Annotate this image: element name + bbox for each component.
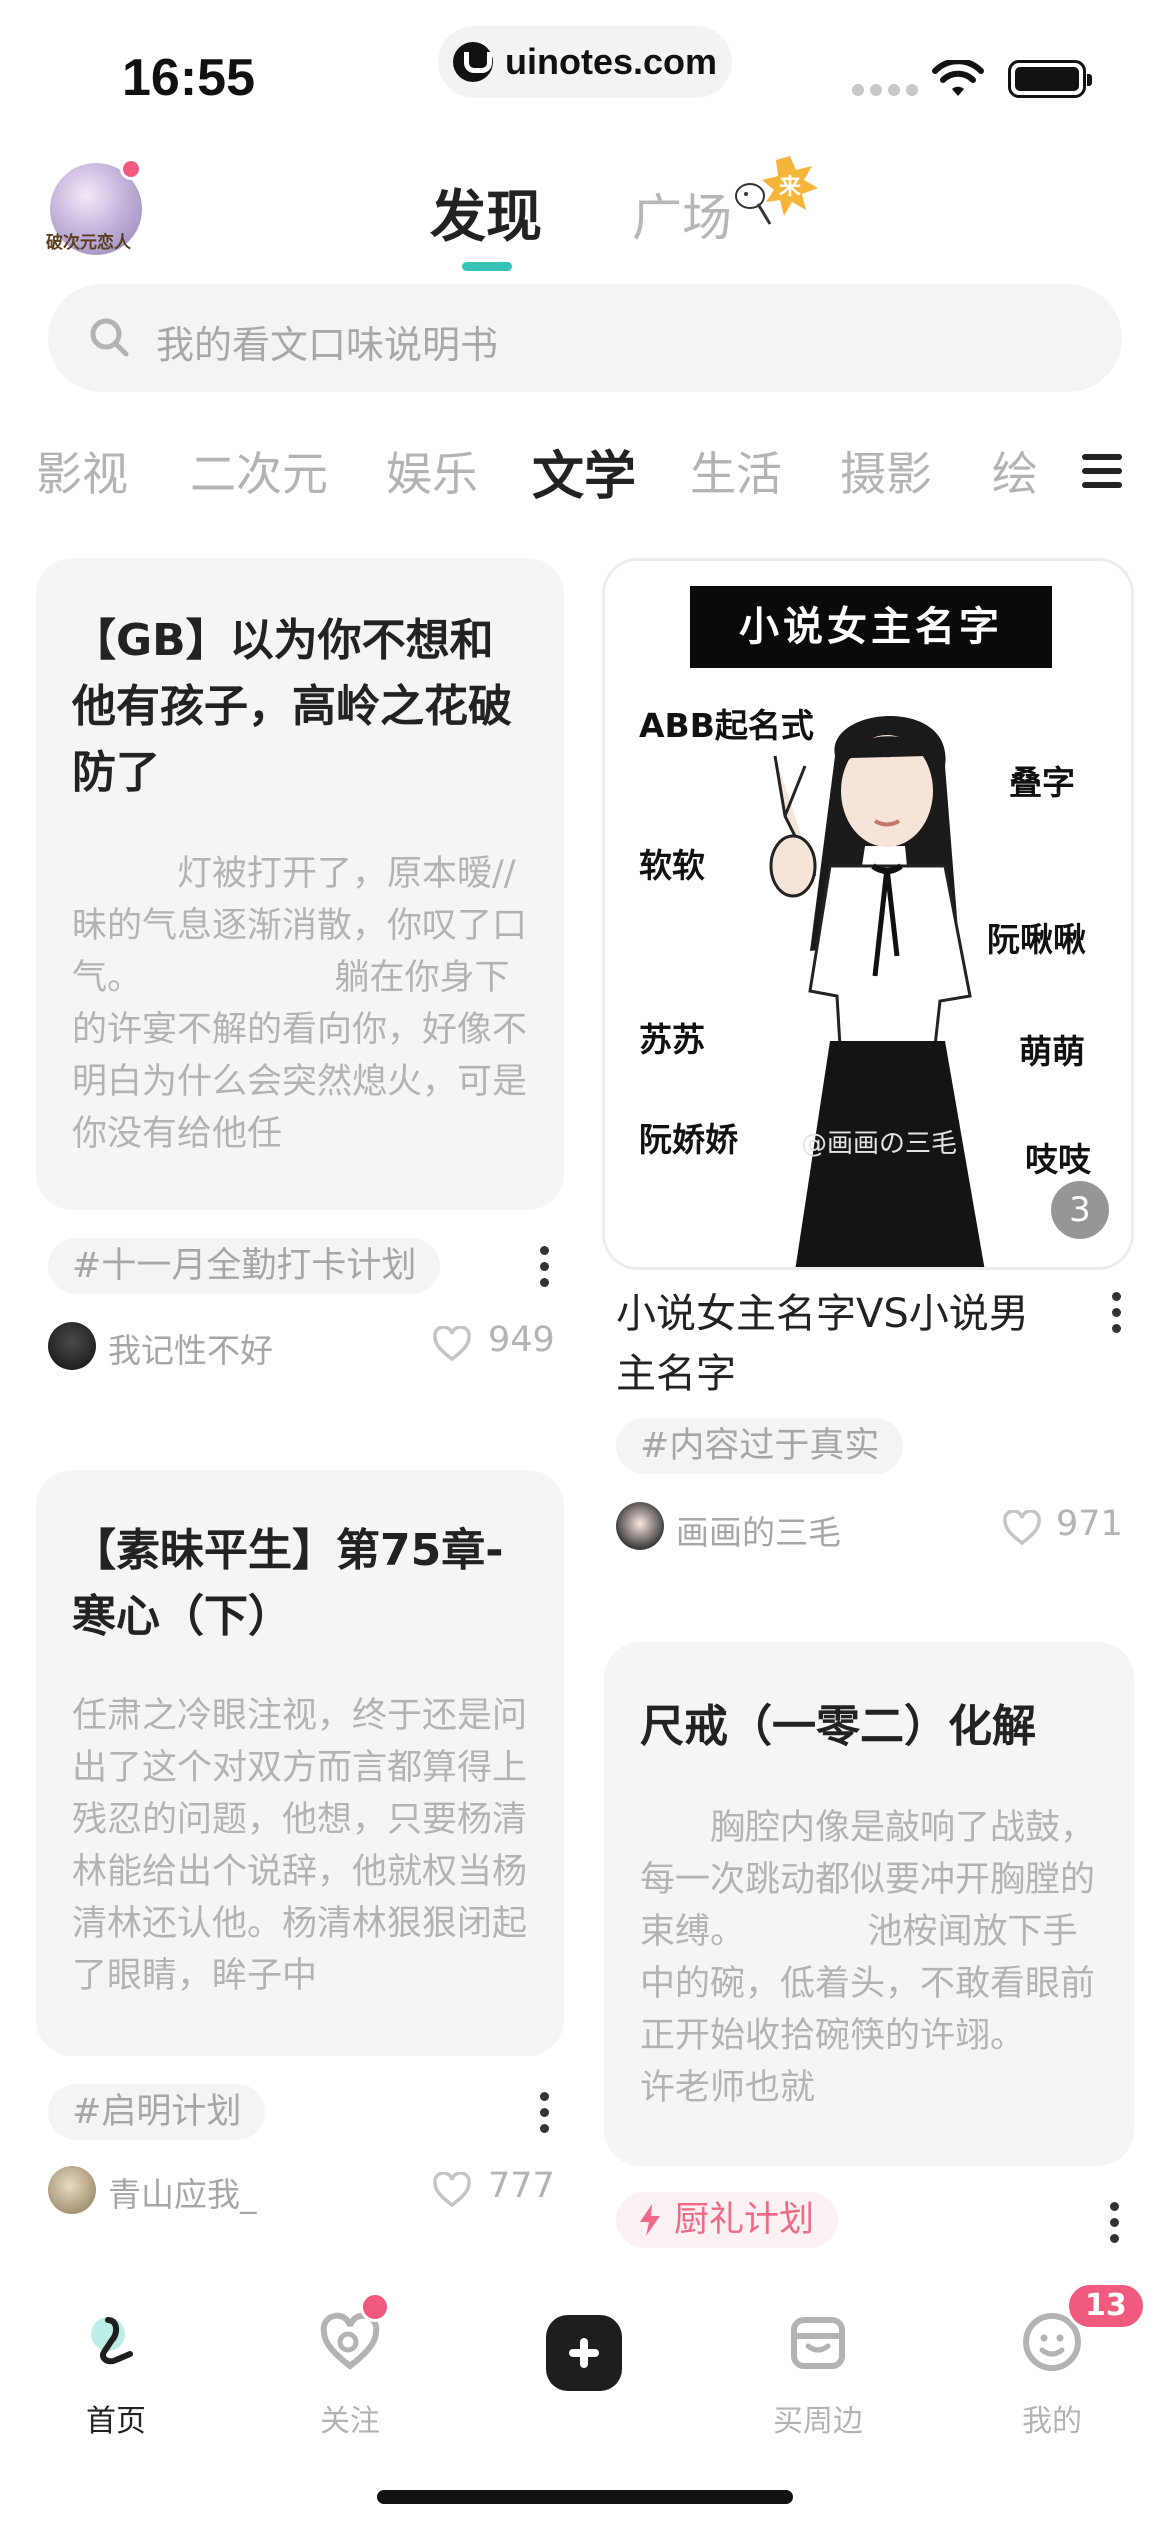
status-bar: 16:55 uinotes.com xyxy=(0,0,1170,130)
image-label: 苏苏 xyxy=(639,1020,705,1059)
nav-home[interactable]: 首页 xyxy=(46,2310,186,2440)
post-excerpt: 灯被打开了，原本暧//昧的气息逐渐消散，你叹了口气。 躺在你身下的许宴不解的看向… xyxy=(72,854,528,1154)
post-card[interactable]: 【素昧平生】第75章-寒心（下） 任肃之冷眼注视，终于还是问出了这个对双方而言都… xyxy=(36,1470,564,2056)
post-title: 【素昧平生】第75章-寒心（下） xyxy=(72,1525,504,1642)
wifi-icon xyxy=(932,60,984,96)
like-count: 777 xyxy=(488,2166,555,2206)
like-heart-icon[interactable] xyxy=(432,2172,472,2208)
category-tab-literature[interactable]: 文学 xyxy=(532,438,636,508)
post-title[interactable]: 小说女主名字VS小说男主名字 xyxy=(616,1284,1056,1404)
post-tag[interactable]: #内容过于真实 xyxy=(616,1418,904,1474)
cellular-signal-icon xyxy=(852,84,918,96)
image-label: ABB起名式 xyxy=(639,706,814,745)
category-tab-anime[interactable]: 二次元 xyxy=(190,438,328,504)
illustration-girl xyxy=(769,716,985,1267)
avatar-caption: 破次元恋人 xyxy=(46,233,131,253)
post-image-card[interactable]: 小说女主名字 ABB起名式 叠字 软软 阮啾啾 苏苏 萌萌 阮娇娇 吱吱 @画画… xyxy=(602,558,1134,1270)
image-label: 吱吱 xyxy=(1025,1140,1091,1179)
following-notification-dot xyxy=(360,2292,390,2322)
image-banner-text: 小说女主名字 xyxy=(690,586,1052,668)
nav-merch[interactable]: 买周边 xyxy=(748,2310,888,2440)
url-text: uinotes.com xyxy=(504,41,718,82)
nav-following[interactable]: 关注 xyxy=(280,2310,420,2440)
author-name[interactable]: 画画的三毛 xyxy=(676,1506,841,1554)
author-name[interactable]: 我记性不好 xyxy=(108,1324,273,1372)
category-tab-photography[interactable]: 摄影 xyxy=(840,438,932,504)
home-indicator[interactable] xyxy=(377,2490,793,2504)
more-options-icon[interactable] xyxy=(540,1246,550,1290)
search-icon xyxy=(90,318,129,357)
shop-icon xyxy=(791,2317,845,2369)
category-tabs: 影视 二次元 娱乐 文学 生活 摄影 绘 xyxy=(0,438,1090,508)
category-menu-icon[interactable] xyxy=(1082,454,1122,488)
author-avatar[interactable] xyxy=(616,1502,664,1550)
post-tag-label: 厨礼计划 xyxy=(674,2200,815,2240)
image-label: 阮啾啾 xyxy=(987,920,1086,959)
site-logo-icon xyxy=(452,42,493,82)
search-placeholder: 我的看文口味说明书 xyxy=(156,323,499,367)
active-tab-indicator xyxy=(462,262,512,271)
author-avatar[interactable] xyxy=(48,1322,96,1370)
url-pill: uinotes.com xyxy=(438,26,732,98)
tab-square[interactable]: 广场 xyxy=(632,178,732,250)
battery-icon xyxy=(1008,60,1092,98)
search-bar[interactable]: 我的看文口味说明书 xyxy=(48,284,1122,392)
post-tag-campaign[interactable]: 厨礼计划 xyxy=(616,2192,839,2248)
home-icon xyxy=(91,2317,133,2365)
post-card[interactable]: 尺戒（一零二）化解 胸腔内像是敲响了战鼓，每一次跳动都似要冲开胸膛的束缚。 池桉… xyxy=(604,1642,1134,2166)
author-name[interactable]: 青山应我_ xyxy=(108,2168,257,2216)
nav-following-label: 关注 xyxy=(320,2404,380,2439)
post-card[interactable]: 【GB】以为你不想和他有孩子，高岭之花破防了 灯被打开了，原本暧//昧的气息逐渐… xyxy=(36,558,564,1210)
like-count: 971 xyxy=(1056,1504,1123,1544)
category-tab-life[interactable]: 生活 xyxy=(690,438,782,504)
nav-home-label: 首页 xyxy=(86,2404,146,2439)
image-label: 软软 xyxy=(639,846,705,885)
post-excerpt: 任肃之冷眼注视，终于还是问出了这个对双方而言都算得上残忍的问题，他想，只要杨清林… xyxy=(72,1696,528,1996)
status-time: 16:55 xyxy=(122,49,255,107)
post-tag[interactable]: #启明计划 xyxy=(48,2084,266,2140)
square-sticker-icon: 来 xyxy=(735,156,818,225)
image-label: 萌萌 xyxy=(1019,1032,1085,1071)
image-label: 叠字 xyxy=(1009,763,1075,802)
image-count-badge: 3 xyxy=(1051,1181,1109,1239)
image-label: 阮娇娇 xyxy=(639,1120,738,1159)
category-tab-drawing[interactable]: 绘 xyxy=(992,438,1038,504)
image-watermark: @画画の三毛 xyxy=(801,1129,958,1159)
tab-discover[interactable]: 发现 xyxy=(430,172,542,253)
like-count: 949 xyxy=(488,1320,555,1360)
post-tag[interactable]: #十一月全勤打卡计划 xyxy=(48,1238,441,1294)
lightning-icon xyxy=(640,2204,660,2236)
nav-me-label: 我的 xyxy=(1022,2404,1082,2439)
more-options-icon[interactable] xyxy=(540,2092,550,2136)
category-tab-entertainment[interactable]: 娱乐 xyxy=(386,438,478,504)
author-avatar[interactable] xyxy=(48,2166,96,2214)
post-excerpt: 胸腔内像是敲响了战鼓，每一次跳动都似要冲开胸膛的束缚。 池桉闻放下手中的碗，低着… xyxy=(640,1808,1096,2108)
category-tab-film[interactable]: 影视 xyxy=(36,438,128,504)
like-heart-icon[interactable] xyxy=(1002,1510,1042,1546)
message-count-badge: 13 xyxy=(1066,2282,1146,2330)
avatar-notification-dot xyxy=(120,158,142,180)
like-heart-icon[interactable] xyxy=(432,1326,472,1362)
create-post-button[interactable] xyxy=(546,2315,622,2391)
post-title: 尺戒（一零二）化解 xyxy=(640,1701,1036,1752)
more-options-icon[interactable] xyxy=(1110,2202,1120,2246)
post-title: 【GB】以为你不想和他有孩子，高岭之花破防了 xyxy=(72,615,512,798)
more-options-icon[interactable] xyxy=(1112,1292,1122,1336)
square-badge-text: 来 xyxy=(778,175,802,200)
nav-merch-label: 买周边 xyxy=(773,2404,863,2439)
